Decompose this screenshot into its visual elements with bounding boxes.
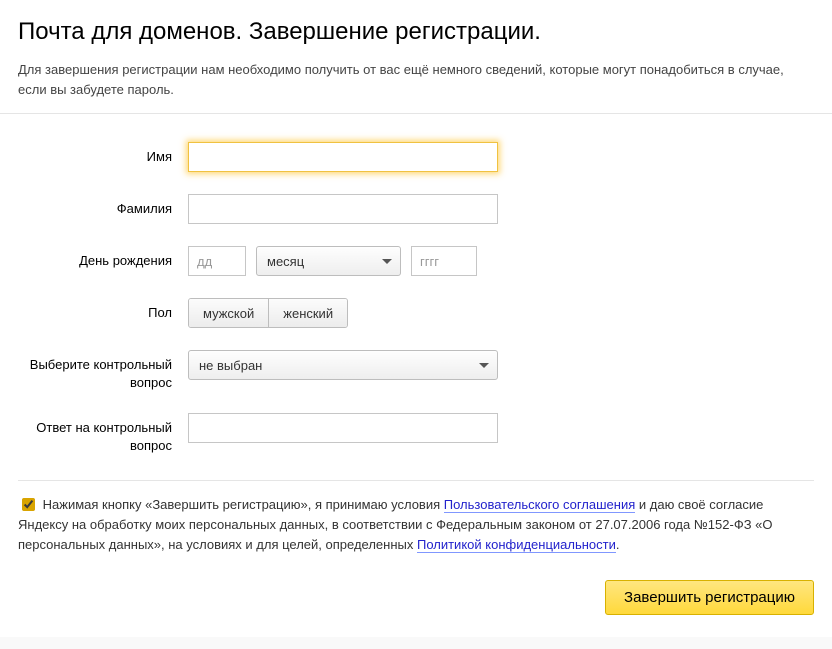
secret-question-value: не выбран [199, 358, 262, 373]
chevron-down-icon [382, 259, 392, 264]
agreement-text-3: . [616, 537, 620, 552]
secret-question-label: Выберите контрольный вопрос [18, 350, 188, 391]
divider [18, 480, 814, 481]
gender-male-button[interactable]: мужской [189, 299, 268, 327]
agreement-checkbox[interactable] [22, 498, 35, 511]
registration-form: Имя Фамилия День рождения месяц [0, 114, 832, 472]
user-agreement-link[interactable]: Пользовательского соглашения [444, 497, 636, 513]
gender-toggle: мужской женский [188, 298, 348, 328]
answer-input[interactable] [188, 413, 498, 443]
secret-question-select[interactable]: не выбран [188, 350, 498, 380]
agreement-block: Нажимая кнопку «Завершить регистрацию», … [0, 495, 832, 555]
first-name-label: Имя [18, 142, 188, 166]
birthday-month-value: месяц [267, 254, 304, 269]
agreement-text-1: Нажимая кнопку «Завершить регистрацию», … [43, 497, 444, 512]
privacy-policy-link[interactable]: Политикой конфиденциальности [417, 537, 616, 553]
birthday-day-input[interactable] [188, 246, 246, 276]
page-title: Почта для доменов. Завершение регистраци… [18, 18, 814, 46]
gender-label: Пол [18, 298, 188, 322]
birthday-year-input[interactable] [411, 246, 477, 276]
birthday-month-select[interactable]: месяц [256, 246, 401, 276]
birthday-label: День рождения [18, 246, 188, 270]
submit-button[interactable]: Завершить регистрацию [605, 580, 814, 615]
chevron-down-icon [479, 363, 489, 368]
last-name-input[interactable] [188, 194, 498, 224]
gender-female-button[interactable]: женский [268, 299, 347, 327]
first-name-input[interactable] [188, 142, 498, 172]
intro-text: Для завершения регистрации нам необходим… [18, 60, 814, 99]
answer-label: Ответ на контрольный вопрос [18, 413, 188, 454]
last-name-label: Фамилия [18, 194, 188, 218]
